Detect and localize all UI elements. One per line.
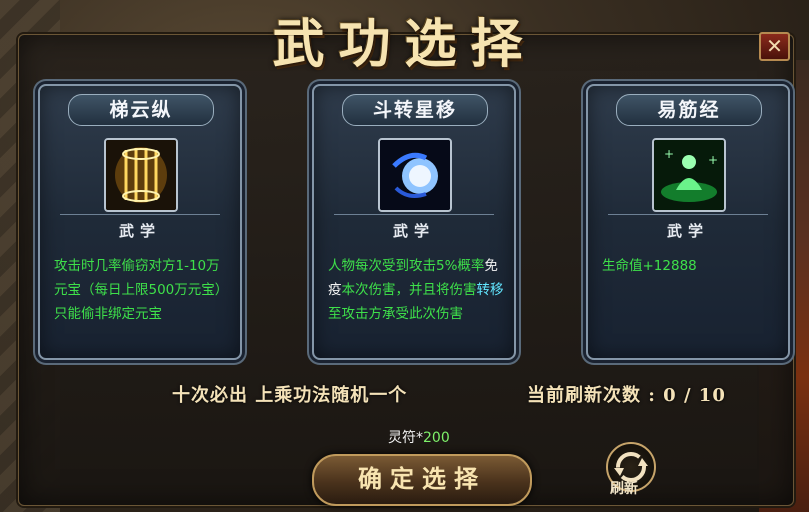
description-segment: 攻击时几率偷窃对方1-10万元宝（每日上限500万元宝）只能偷非绑定元宝 (54, 258, 229, 322)
card-category: 武学 (392, 222, 435, 240)
close-icon: ✕ (766, 34, 783, 58)
divider (334, 214, 494, 215)
cost-item: 灵符 (388, 430, 416, 446)
guarantee-hint: 十次必出 上乘功法随机一个 (172, 385, 408, 406)
description-segment: 转移 (476, 282, 504, 298)
card-description: 攻击时几率偷窃对方1-10万元宝（每日上限500万元宝）只能偷非绑定元宝 (54, 254, 230, 326)
card-title: 易筋经 (616, 94, 762, 126)
meditation-icon: + + (652, 138, 726, 212)
golden-cage-icon (104, 138, 178, 212)
card-category: 武学 (118, 222, 161, 240)
description-segment: 人物每次受到攻击5%概率 (328, 258, 485, 274)
skill-card-2[interactable]: 斗转星移 武学 人物每次受到攻击5%概率免疫本次伤害，并且将伤害转移至攻击方承受… (312, 84, 516, 360)
confirm-button[interactable]: 确定选择 (312, 454, 532, 506)
skill-card-1[interactable]: 梯云纵 武学 攻击时几率偷窃对方1-10万元宝（每日上限500万元宝）只能偷非绑… (38, 84, 242, 360)
divider (60, 214, 220, 215)
refresh-label: 刷新 (610, 481, 638, 497)
blue-orb-icon (378, 138, 452, 212)
divider (608, 214, 768, 215)
description-segment: 至攻击方承受此次伤害 (328, 306, 463, 322)
refresh-cost: 灵符*200 (388, 427, 450, 447)
refresh-count: 当前刷新次数 : 0 / 10 (527, 385, 726, 406)
cost-separator: * (416, 430, 423, 446)
close-button[interactable]: ✕ (759, 32, 790, 61)
card-title: 斗转星移 (342, 94, 488, 126)
svg-text:+: + (708, 153, 718, 167)
skill-card-3[interactable]: 易筋经 + + 武学 生命值+12888 (586, 84, 790, 360)
card-category: 武学 (666, 222, 709, 240)
card-description: 生命值+12888 (602, 254, 778, 278)
cost-value: 200 (423, 430, 450, 446)
card-description: 人物每次受到攻击5%概率免疫本次伤害，并且将伤害转移至攻击方承受此次伤害 (328, 254, 504, 326)
page-title: 武功选择 (272, 14, 537, 75)
card-title: 梯云纵 (68, 94, 214, 126)
description-segment: 生命值+12888 (602, 258, 697, 274)
description-segment: 本次伤害，并且将伤害 (341, 282, 477, 298)
svg-text:+: + (664, 147, 674, 161)
